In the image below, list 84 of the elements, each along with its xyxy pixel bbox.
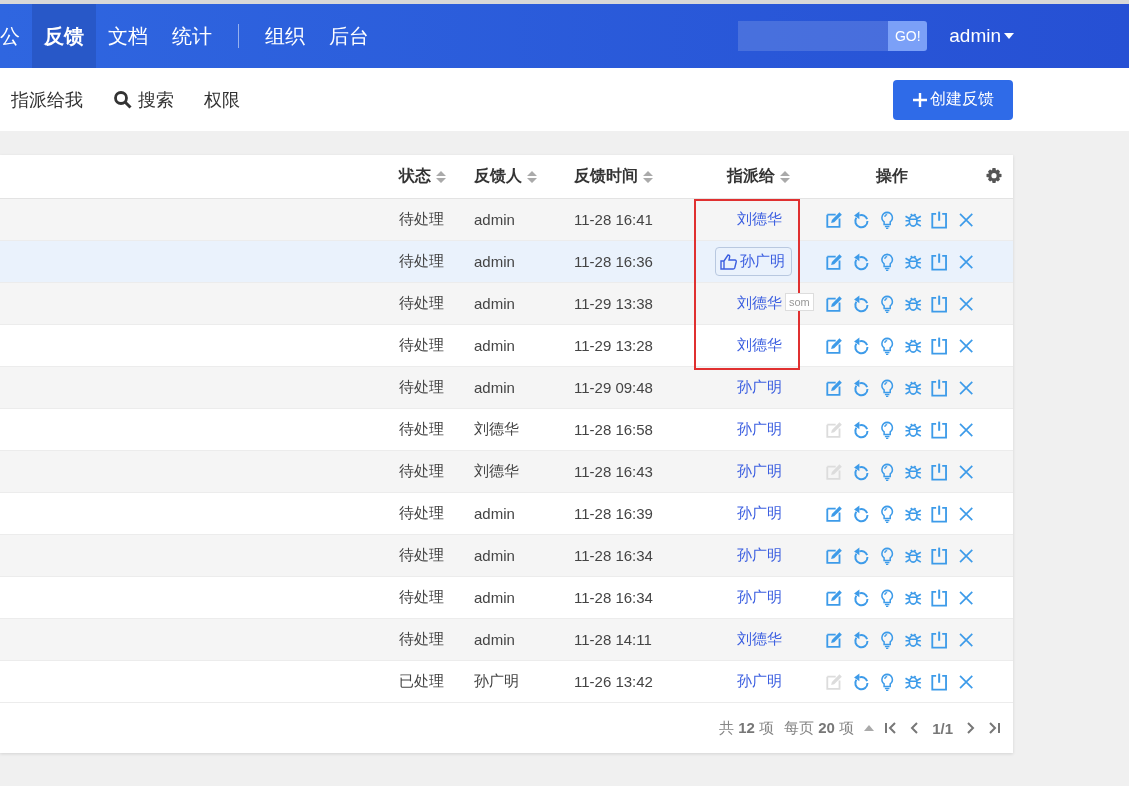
- sort-icon[interactable]: [642, 169, 654, 184]
- caret-icon[interactable]: [1004, 33, 1014, 39]
- sort-icon[interactable]: [526, 169, 538, 184]
- table-cell-text: 待处理: [399, 294, 445, 313]
- table-row[interactable]: 待处理 admin 11-28 16:34 孙广明: [0, 535, 1013, 577]
- table-cell-text: 待处理: [399, 588, 445, 607]
- table-cell-text: 刘德华: [474, 462, 520, 481]
- assignee-link[interactable]: 孙广明: [736, 672, 782, 691]
- table-cell-text: 待处理: [399, 504, 445, 523]
- table-cell-text: admin: [474, 547, 516, 564]
- table-row[interactable]: 待处理 admin 11-28 16:41 刘德华: [0, 199, 1013, 241]
- table-row[interactable]: 待处理 admin 11-28 14:11 刘德华: [0, 619, 1013, 661]
- filter-link[interactable]: 搜索: [113, 87, 174, 112]
- table-cell-text: 刘德华: [474, 420, 520, 439]
- table-cell-text: 待处理: [399, 210, 445, 229]
- table-cell-text: 11-29 13:38: [574, 295, 654, 312]
- nav-tab[interactable]: 反馈: [32, 4, 96, 68]
- table-cell-text: 11-28 16:58: [574, 421, 654, 438]
- plus-icon[interactable]: [912, 91, 928, 108]
- table-cell-text: 11-28 14:11: [574, 631, 653, 648]
- table-cell-text: 已处理: [399, 672, 445, 691]
- sort-icon[interactable]: [779, 169, 791, 184]
- table-cell-text: admin: [474, 337, 516, 354]
- table-cell-text: 11-28 16:39: [574, 505, 654, 522]
- table-cell-text: 待处理: [399, 462, 445, 481]
- filter-link[interactable]: 指派给我: [11, 87, 83, 112]
- assignee-link[interactable]: 孙广明: [736, 462, 782, 481]
- table-cell-text: 待处理: [399, 630, 445, 649]
- table-cell-text: admin: [474, 295, 516, 312]
- thumbs-up-icon: [719, 252, 738, 271]
- table-cell-text: 待处理: [399, 420, 445, 439]
- column-header[interactable]: 状态: [399, 166, 431, 187]
- column-header[interactable]: 指派给: [727, 166, 775, 187]
- table-row[interactable]: 待处理 admin 11-29 09:48 孙广明: [0, 367, 1013, 409]
- nav-tab[interactable]: 后台: [317, 4, 381, 68]
- table-cell-text: 11-29 13:28: [574, 337, 654, 354]
- assignee-link[interactable]: 刘德华: [736, 336, 782, 355]
- assignee-link[interactable]: 刘德华: [736, 294, 782, 313]
- assignee-link[interactable]: 孙广明: [736, 588, 782, 607]
- table-cell-text: admin: [474, 379, 516, 396]
- search-icon[interactable]: [113, 89, 133, 110]
- column-header[interactable]: 反馈人: [474, 166, 522, 187]
- table-cell-text: 11-28 16:41: [574, 211, 654, 228]
- table-cell-text: 待处理: [399, 378, 445, 397]
- table-cell-text: 11-28 16:34: [574, 589, 654, 606]
- table-cell-text: 待处理: [399, 546, 445, 565]
- nav-tab[interactable]: 文档: [96, 4, 160, 68]
- table-cell-text: admin: [474, 631, 516, 648]
- table-row[interactable]: 已处理 孙广明 11-26 13:42 孙广明: [0, 661, 1013, 703]
- nav-tab[interactable]: 公: [0, 4, 32, 68]
- assignee-link[interactable]: 孙广明: [736, 546, 782, 565]
- assignee-link[interactable]: 孙广明: [736, 378, 782, 397]
- table-cell-text: admin: [474, 253, 516, 270]
- first-page-icon[interactable]: [884, 721, 899, 735]
- assignee-button[interactable]: 孙广明: [714, 247, 792, 276]
- page-size[interactable]: 每页 20 项: [784, 718, 855, 738]
- table-cell-text: 11-26 13:42: [574, 673, 654, 690]
- column-header[interactable]: 反馈时间: [574, 166, 638, 187]
- sort-icon[interactable]: [435, 169, 447, 184]
- table-cell-text: 待处理: [399, 336, 445, 355]
- assignee-link[interactable]: 孙广明: [736, 420, 782, 439]
- tooltip: som: [785, 293, 814, 311]
- table-cell-text: 11-28 16:36: [574, 253, 654, 270]
- table-cell-text: 待处理: [399, 252, 445, 271]
- assignee-link[interactable]: 刘德华: [736, 210, 782, 229]
- table-cell-text: 孙广明: [474, 672, 520, 691]
- user-menu[interactable]: admin: [949, 4, 1014, 68]
- last-page-icon[interactable]: [987, 721, 1001, 735]
- nav-tab[interactable]: 组织: [253, 4, 317, 68]
- column-header: 操作: [876, 166, 908, 186]
- filter-link[interactable]: 权限: [204, 87, 240, 112]
- page-number: 1/1: [932, 719, 953, 737]
- nav-tab[interactable]: 统计: [160, 4, 224, 68]
- table-cell-text: 11-29 09:48: [574, 379, 654, 396]
- table-cell-text: admin: [474, 589, 516, 606]
- table-cell-text: admin: [474, 211, 516, 228]
- total-count: 共 12 项: [719, 718, 775, 738]
- table-row[interactable]: 待处理 刘德华 11-28 16:43 孙广明: [0, 451, 1013, 493]
- table-cell-text: 11-28 16:34: [574, 547, 654, 564]
- assignee-link[interactable]: 刘德华: [736, 630, 782, 649]
- assignee-link[interactable]: 孙广明: [736, 504, 782, 523]
- table-cell-text: admin: [474, 505, 516, 522]
- table-cell-text: 11-28 16:43: [574, 463, 654, 480]
- create-button[interactable]: 创建反馈: [893, 79, 1013, 120]
